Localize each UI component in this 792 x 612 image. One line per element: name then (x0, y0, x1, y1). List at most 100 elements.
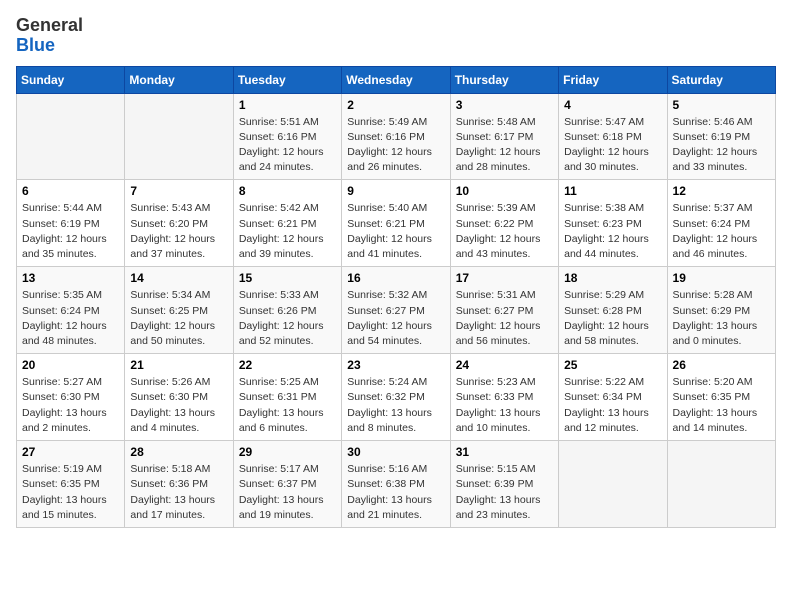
day-info: Sunrise: 5:35 AM Sunset: 6:24 PM Dayligh… (22, 288, 119, 349)
calendar-day-cell: 10 Sunrise: 5:39 AM Sunset: 6:22 PM Dayli… (450, 180, 558, 267)
day-number: 22 (239, 358, 336, 372)
day-info: Sunrise: 5:26 AM Sunset: 6:30 PM Dayligh… (130, 375, 227, 436)
calendar-day-cell: 5Sunrise: 5:46 AM Sunset: 6:19 PM Daylig… (667, 93, 775, 180)
day-number: 23 (347, 358, 444, 372)
calendar-day-cell: 17 Sunrise: 5:31 AM Sunset: 6:27 PM Dayli… (450, 267, 558, 354)
calendar-day-cell: 9 Sunrise: 5:40 AM Sunset: 6:21 PM Daylig… (342, 180, 450, 267)
calendar-header-cell: Sunday (17, 66, 125, 93)
day-info: Sunrise: 5:22 AM Sunset: 6:34 PM Dayligh… (564, 375, 661, 436)
calendar-day-cell (17, 93, 125, 180)
day-number: 4 (564, 98, 661, 112)
calendar-day-cell: 26 Sunrise: 5:20 AM Sunset: 6:35 PM Dayli… (667, 354, 775, 441)
day-number: 14 (130, 271, 227, 285)
day-info: Sunrise: 5:42 AM Sunset: 6:21 PM Dayligh… (239, 201, 336, 262)
calendar-header-cell: Saturday (667, 66, 775, 93)
calendar-day-cell: 1 Sunrise: 5:51 AM Sunset: 6:16 PM Daylig… (233, 93, 341, 180)
logo-text-general: General (16, 16, 83, 36)
day-info: Sunrise: 5:18 AM Sunset: 6:36 PM Dayligh… (130, 462, 227, 523)
day-number: 21 (130, 358, 227, 372)
logo: General Blue (16, 16, 83, 56)
day-number: 7 (130, 184, 227, 198)
calendar-day-cell: 8 Sunrise: 5:42 AM Sunset: 6:21 PM Daylig… (233, 180, 341, 267)
day-number: 16 (347, 271, 444, 285)
day-info: Sunrise: 5:37 AM Sunset: 6:24 PM Dayligh… (673, 201, 770, 262)
calendar-day-cell: 20Sunrise: 5:27 AM Sunset: 6:30 PM Dayli… (17, 354, 125, 441)
day-info: Sunrise: 5:27 AM Sunset: 6:30 PM Dayligh… (22, 375, 119, 436)
calendar-day-cell (125, 93, 233, 180)
calendar-week-row: 20Sunrise: 5:27 AM Sunset: 6:30 PM Dayli… (17, 354, 776, 441)
day-number: 10 (456, 184, 553, 198)
day-info: Sunrise: 5:20 AM Sunset: 6:35 PM Dayligh… (673, 375, 770, 436)
calendar-day-cell: 21 Sunrise: 5:26 AM Sunset: 6:30 PM Dayli… (125, 354, 233, 441)
day-number: 11 (564, 184, 661, 198)
calendar-day-cell: 11 Sunrise: 5:38 AM Sunset: 6:23 PM Dayli… (559, 180, 667, 267)
day-number: 8 (239, 184, 336, 198)
calendar-day-cell: 25 Sunrise: 5:22 AM Sunset: 6:34 PM Dayli… (559, 354, 667, 441)
calendar-day-cell: 22 Sunrise: 5:25 AM Sunset: 6:31 PM Dayli… (233, 354, 341, 441)
calendar-day-cell: 15 Sunrise: 5:33 AM Sunset: 6:26 PM Dayli… (233, 267, 341, 354)
calendar-day-cell: 12Sunrise: 5:37 AM Sunset: 6:24 PM Dayli… (667, 180, 775, 267)
day-info: Sunrise: 5:24 AM Sunset: 6:32 PM Dayligh… (347, 375, 444, 436)
calendar-day-cell: 3 Sunrise: 5:48 AM Sunset: 6:17 PM Daylig… (450, 93, 558, 180)
day-number: 6 (22, 184, 119, 198)
day-info: Sunrise: 5:31 AM Sunset: 6:27 PM Dayligh… (456, 288, 553, 349)
calendar-header-cell: Monday (125, 66, 233, 93)
calendar-day-cell: 24Sunrise: 5:23 AM Sunset: 6:33 PM Dayli… (450, 354, 558, 441)
calendar-day-cell: 29Sunrise: 5:17 AM Sunset: 6:37 PM Dayli… (233, 441, 341, 528)
day-info: Sunrise: 5:47 AM Sunset: 6:18 PM Dayligh… (564, 115, 661, 176)
day-info: Sunrise: 5:25 AM Sunset: 6:31 PM Dayligh… (239, 375, 336, 436)
calendar-body: 1 Sunrise: 5:51 AM Sunset: 6:16 PM Daylig… (17, 93, 776, 527)
day-number: 18 (564, 271, 661, 285)
day-info: Sunrise: 5:49 AM Sunset: 6:16 PM Dayligh… (347, 115, 444, 176)
day-number: 2 (347, 98, 444, 112)
calendar-header-cell: Thursday (450, 66, 558, 93)
day-info: Sunrise: 5:40 AM Sunset: 6:21 PM Dayligh… (347, 201, 444, 262)
calendar-day-cell: 6 Sunrise: 5:44 AM Sunset: 6:19 PM Daylig… (17, 180, 125, 267)
calendar-week-row: 1 Sunrise: 5:51 AM Sunset: 6:16 PM Daylig… (17, 93, 776, 180)
calendar-day-cell: 16 Sunrise: 5:32 AM Sunset: 6:27 PM Dayli… (342, 267, 450, 354)
calendar-day-cell: 13 Sunrise: 5:35 AM Sunset: 6:24 PM Dayli… (17, 267, 125, 354)
calendar-header: SundayMondayTuesdayWednesdayThursdayFrid… (17, 66, 776, 93)
page-header: General Blue (16, 16, 776, 56)
logo-text-blue: Blue (16, 36, 83, 56)
day-number: 29 (239, 445, 336, 459)
day-number: 9 (347, 184, 444, 198)
day-number: 15 (239, 271, 336, 285)
calendar-header-cell: Tuesday (233, 66, 341, 93)
day-number: 28 (130, 445, 227, 459)
calendar-day-cell (667, 441, 775, 528)
calendar-day-cell: 31 Sunrise: 5:15 AM Sunset: 6:39 PM Dayli… (450, 441, 558, 528)
day-info: Sunrise: 5:38 AM Sunset: 6:23 PM Dayligh… (564, 201, 661, 262)
day-info: Sunrise: 5:39 AM Sunset: 6:22 PM Dayligh… (456, 201, 553, 262)
day-info: Sunrise: 5:19 AM Sunset: 6:35 PM Dayligh… (22, 462, 119, 523)
day-info: Sunrise: 5:44 AM Sunset: 6:19 PM Dayligh… (22, 201, 119, 262)
day-info: Sunrise: 5:33 AM Sunset: 6:26 PM Dayligh… (239, 288, 336, 349)
calendar-week-row: 13 Sunrise: 5:35 AM Sunset: 6:24 PM Dayli… (17, 267, 776, 354)
day-number: 31 (456, 445, 553, 459)
day-number: 13 (22, 271, 119, 285)
day-info: Sunrise: 5:48 AM Sunset: 6:17 PM Dayligh… (456, 115, 553, 176)
calendar-day-cell: 28 Sunrise: 5:18 AM Sunset: 6:36 PM Dayli… (125, 441, 233, 528)
day-info: Sunrise: 5:46 AM Sunset: 6:19 PM Dayligh… (673, 115, 770, 176)
day-info: Sunrise: 5:16 AM Sunset: 6:38 PM Dayligh… (347, 462, 444, 523)
calendar-day-cell: 23 Sunrise: 5:24 AM Sunset: 6:32 PM Dayli… (342, 354, 450, 441)
day-info: Sunrise: 5:51 AM Sunset: 6:16 PM Dayligh… (239, 115, 336, 176)
day-info: Sunrise: 5:32 AM Sunset: 6:27 PM Dayligh… (347, 288, 444, 349)
day-info: Sunrise: 5:15 AM Sunset: 6:39 PM Dayligh… (456, 462, 553, 523)
day-number: 17 (456, 271, 553, 285)
calendar-day-cell (559, 441, 667, 528)
calendar-header-row: SundayMondayTuesdayWednesdayThursdayFrid… (17, 66, 776, 93)
calendar-table: SundayMondayTuesdayWednesdayThursdayFrid… (16, 66, 776, 528)
day-number: 3 (456, 98, 553, 112)
day-number: 25 (564, 358, 661, 372)
day-number: 26 (673, 358, 770, 372)
day-info: Sunrise: 5:43 AM Sunset: 6:20 PM Dayligh… (130, 201, 227, 262)
calendar-day-cell: 30Sunrise: 5:16 AM Sunset: 6:38 PM Dayli… (342, 441, 450, 528)
day-info: Sunrise: 5:34 AM Sunset: 6:25 PM Dayligh… (130, 288, 227, 349)
calendar-day-cell: 19Sunrise: 5:28 AM Sunset: 6:29 PM Dayli… (667, 267, 775, 354)
day-number: 19 (673, 271, 770, 285)
day-number: 1 (239, 98, 336, 112)
calendar-week-row: 27 Sunrise: 5:19 AM Sunset: 6:35 PM Dayli… (17, 441, 776, 528)
calendar-day-cell: 4 Sunrise: 5:47 AM Sunset: 6:18 PM Daylig… (559, 93, 667, 180)
day-number: 27 (22, 445, 119, 459)
